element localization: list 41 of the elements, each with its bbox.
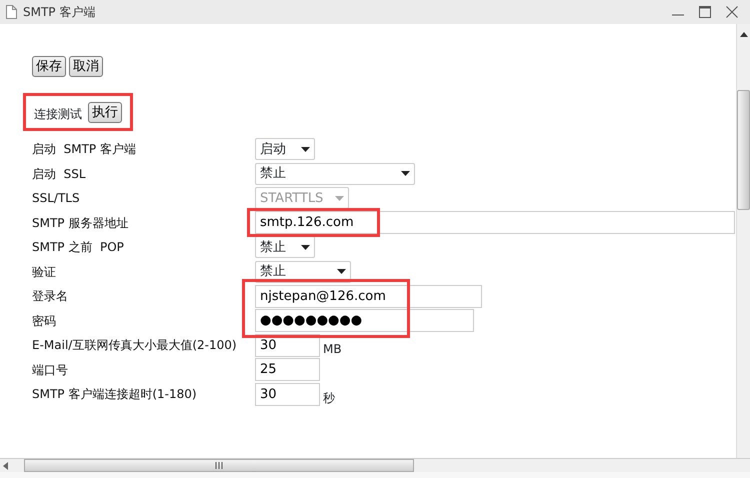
horizontal-scrollbar[interactable] (0, 458, 750, 472)
input-field[interactable]: 25 (255, 358, 320, 382)
field-label: 启动 SMTP 客户端 (32, 141, 137, 158)
grip-icon (215, 462, 223, 469)
field-label: 端口号 (32, 362, 69, 379)
caret-icon (301, 244, 310, 250)
scroll-left-icon[interactable] (3, 462, 8, 470)
run-button[interactable]: 执行 (88, 102, 122, 123)
field-label: SMTP 服务器地址 (32, 214, 130, 232)
field-label: 验证 (32, 264, 57, 281)
field-label: SMTP 之前 POP (32, 239, 125, 256)
scroll-up-icon[interactable] (740, 32, 748, 37)
caret-icon (335, 196, 344, 201)
field-label: E-Mail/互联网传真大小最大值(2-100) (32, 337, 238, 354)
input-field[interactable]: smtp.126.com (255, 211, 735, 234)
form-button[interactable]: 取消 (69, 56, 103, 77)
input-field[interactable]: njstepan@126.com (255, 284, 482, 308)
input-field[interactable]: ●●●●●●●●● (255, 309, 474, 332)
input-field[interactable]: 30 (255, 382, 320, 406)
maximize-icon (698, 5, 712, 19)
dropdown[interactable]: 禁止 (255, 162, 415, 185)
dropdown: STARTTLS (255, 187, 349, 210)
caret-icon (301, 146, 310, 152)
caret-icon (401, 171, 410, 176)
unit-label: 秒 (323, 390, 335, 406)
minimize-icon (672, 14, 684, 16)
close-icon (725, 5, 739, 19)
field-label: 连接测试 (34, 106, 82, 123)
vertical-scrollbar[interactable] (736, 24, 750, 458)
field-label: 密码 (32, 312, 57, 330)
unit-label: MB (323, 340, 342, 358)
dropdown[interactable]: 启动 (255, 138, 315, 160)
field-label: SMTP 客户端连接超时(1-180) (32, 386, 198, 404)
field-label: SSL/TLS (32, 190, 81, 208)
caret-icon (337, 269, 346, 274)
field-label: 登录名 (32, 288, 69, 306)
field-label: 启动 SSL (32, 166, 87, 183)
form-button[interactable]: 保存 (32, 56, 66, 77)
document-icon (6, 5, 17, 19)
window-title: SMTP 客户端 (23, 4, 96, 21)
dropdown[interactable]: 禁止 (255, 236, 315, 258)
